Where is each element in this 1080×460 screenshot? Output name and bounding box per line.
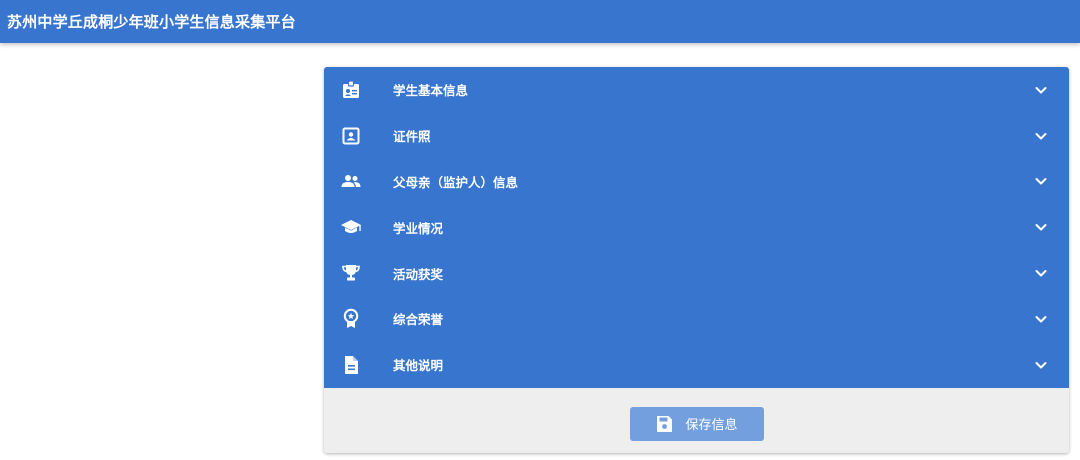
chevron-down-icon[interactable] <box>1033 311 1049 327</box>
graduation-cap-icon <box>340 216 362 238</box>
id-badge-icon <box>340 79 362 101</box>
section-honors[interactable]: 综合荣誉 <box>324 295 1069 342</box>
section-label: 综合荣誉 <box>393 312 444 328</box>
app-title: 苏州中学丘成桐少年班小学生信息采集平台 <box>7 13 296 31</box>
top-app-bar: 苏州中学丘成桐少年班小学生信息采集平台 <box>0 0 1080 43</box>
section-label: 活动获奖 <box>393 266 444 282</box>
section-label: 学业情况 <box>393 220 444 236</box>
chevron-down-icon[interactable] <box>1033 128 1049 144</box>
section-id-photo[interactable]: 证件照 <box>324 112 1069 159</box>
section-activity-awards[interactable]: 活动获奖 <box>324 250 1069 296</box>
section-parents-info[interactable]: 父母亲（监护人）信息 <box>324 158 1069 205</box>
chevron-down-icon[interactable] <box>1033 357 1049 373</box>
section-student-basic-info[interactable]: 学生基本信息 <box>324 67 1069 113</box>
panel-footer: 保存信息 <box>324 387 1069 453</box>
trophy-icon <box>340 262 362 284</box>
section-label: 证件照 <box>393 129 431 145</box>
section-academic-status[interactable]: 学业情况 <box>324 204 1069 251</box>
people-icon <box>340 170 362 192</box>
section-other-notes[interactable]: 其他说明 <box>324 341 1069 388</box>
award-ribbon-icon <box>340 308 362 330</box>
document-icon <box>340 354 362 376</box>
chevron-down-icon[interactable] <box>1033 219 1049 235</box>
save-button[interactable]: 保存信息 <box>629 406 764 441</box>
portrait-icon <box>340 125 362 147</box>
expansion-panels: 学生基本信息 证件照 父母亲（监护人）信息 学业情况 活动获奖 综合荣誉 其他说… <box>324 67 1069 453</box>
section-label: 学生基本信息 <box>393 83 469 99</box>
floppy-disk-icon <box>655 415 673 433</box>
save-button-label: 保存信息 <box>685 418 738 434</box>
section-label: 其他说明 <box>393 358 444 374</box>
chevron-down-icon[interactable] <box>1033 265 1049 281</box>
section-label: 父母亲（监护人）信息 <box>393 174 519 190</box>
chevron-down-icon[interactable] <box>1033 173 1049 189</box>
chevron-down-icon[interactable] <box>1033 82 1049 98</box>
